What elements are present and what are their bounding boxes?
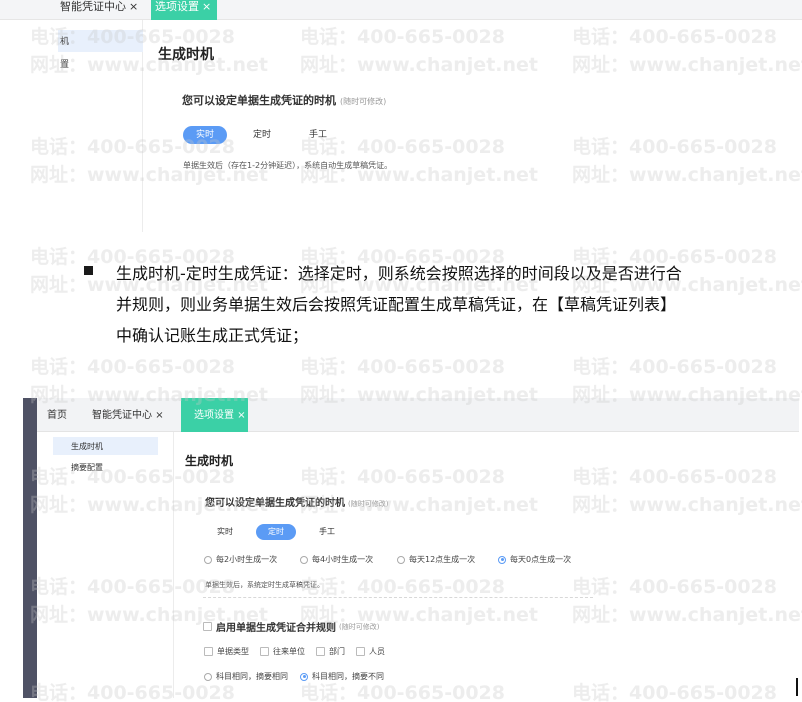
mode-manual-button[interactable]: 手工 xyxy=(307,524,347,540)
sidebar-item-summary-config[interactable]: 摘要配置 xyxy=(71,462,103,473)
question-note: (随时可修改) xyxy=(348,500,389,508)
question-text: 您可以设定单据生成凭证的时机 xyxy=(182,94,336,107)
mode-description: 单据生效后，系统定时生成草稿凭证。 xyxy=(205,581,324,589)
tab-label: 智能凭证中心 xyxy=(60,0,126,13)
merge-field-checkbox[interactable]: 单据类型 xyxy=(204,646,249,657)
merge-field-checkbox[interactable]: 往来单位 xyxy=(260,646,305,657)
checkbox-label: 单据类型 xyxy=(217,647,249,656)
paragraph-line: 生成时机-定时生成凭证：选择定时，则系统会按照选择的时间段以及是否进行合 xyxy=(116,264,682,283)
question-heading: 您可以设定单据生成凭证的时机 (随时可修改) xyxy=(205,494,388,509)
tab-option-settings[interactable]: 选项设置 × xyxy=(181,398,248,432)
schedule-radio-0[interactable]: 每天0点生成一次 xyxy=(498,554,571,565)
radio-icon xyxy=(204,672,212,681)
radio-label: 每2小时生成一次 xyxy=(216,555,278,564)
sidebar-item-label: 机 xyxy=(60,37,70,47)
watermark-phone: 电话：400-665-0028 xyxy=(30,356,235,378)
tab-smart-voucher-center[interactable]: 智能凭证中心 × xyxy=(60,0,138,20)
tab-label: 选项设置 xyxy=(194,410,234,421)
watermark-phone: 电话：400-665-0028 xyxy=(572,356,777,378)
mode-manual-button[interactable]: 手工 xyxy=(296,126,340,144)
app-sidebar-strip xyxy=(23,398,37,698)
sidebar: 机 置 xyxy=(0,20,143,232)
checkbox-label: 往来单位 xyxy=(273,647,305,656)
summary-radio-different[interactable]: 科目相同，摘要不同 xyxy=(300,671,384,682)
merge-field-checkbox[interactable]: 部门 xyxy=(316,646,345,657)
radio-label: 科目相同，摘要相同 xyxy=(216,672,288,681)
merge-rule-checkbox[interactable]: 启用单据生成凭证合并规则 (随时可修改) xyxy=(203,619,379,634)
divider xyxy=(203,597,593,598)
radio-label: 科目相同，摘要不同 xyxy=(312,672,384,681)
mode-realtime-button[interactable]: 实时 xyxy=(205,524,245,540)
checkbox-icon xyxy=(260,647,269,656)
mode-scheduled-button[interactable]: 定时 xyxy=(240,126,284,144)
tab-label: 选项设置 xyxy=(155,0,199,13)
sidebar-item-label[interactable]: 置 xyxy=(60,57,69,70)
mode-scheduled-button[interactable]: 定时 xyxy=(256,524,296,540)
top-screenshot: 智能凭证中心 × 选项设置 × 机 置 生成时机 您可以设定单据生成凭证的时机 (… xyxy=(0,0,802,232)
tab-label: 智能凭证中心 xyxy=(92,410,152,421)
paragraph-line: 中确认记账生成正式凭证； xyxy=(116,326,309,345)
close-icon[interactable]: × xyxy=(129,0,138,14)
bullet-paragraph: 生成时机-定时生成凭证：选择定时，则系统会按照选择的时间段以及是否进行合 并规则… xyxy=(116,258,796,351)
summary-radio-same[interactable]: 科目相同，摘要相同 xyxy=(204,671,288,682)
checkbox-label: 部门 xyxy=(329,647,345,656)
radio-label: 每天0点生成一次 xyxy=(510,555,572,564)
question-note: (随时可修改) xyxy=(340,97,387,106)
section-title: 生成时机 xyxy=(158,47,214,63)
bullet-square-icon xyxy=(84,266,93,275)
sidebar-item-generation-timing[interactable] xyxy=(53,437,158,455)
checkbox-icon xyxy=(204,647,213,656)
checkbox-label: 人员 xyxy=(369,647,385,656)
schedule-radio-2h[interactable]: 每2小时生成一次 xyxy=(204,554,277,565)
tab-smart-voucher-center[interactable]: 智能凭证中心 × xyxy=(92,398,164,432)
checkbox-icon xyxy=(316,647,325,656)
merge-rule-label: 启用单据生成凭证合并规则 xyxy=(216,623,336,634)
paragraph-line: 并规则，则业务单据生效后会按照凭证配置生成草稿凭证，在【草稿凭证列表】 xyxy=(116,295,677,314)
mode-description: 单据生效后（存在1-2分钟延迟），系统自动生成草稿凭证。 xyxy=(183,161,393,170)
close-icon[interactable]: × xyxy=(237,410,245,421)
question-heading: 您可以设定单据生成凭证的时机 (随时可修改) xyxy=(182,92,386,108)
watermark-phone: 电话：400-665-0028 xyxy=(300,356,505,378)
checkbox-icon xyxy=(356,647,365,656)
mode-realtime-button[interactable]: 实时 xyxy=(183,126,227,144)
tab-home[interactable]: 首页 xyxy=(47,398,67,432)
question-text: 您可以设定单据生成凭证的时机 xyxy=(205,498,345,509)
radio-selected-icon xyxy=(300,672,308,681)
text-cursor xyxy=(796,678,798,696)
radio-icon xyxy=(397,555,405,564)
tab-bar: 首页 智能凭证中心 × 选项设置 × xyxy=(37,398,799,432)
close-icon[interactable]: × xyxy=(202,0,211,14)
tab-bar: 智能凭证中心 × 选项设置 × xyxy=(0,0,802,20)
radio-label: 每天12点生成一次 xyxy=(409,555,476,564)
radio-icon xyxy=(204,555,212,564)
schedule-radio-4h[interactable]: 每4小时生成一次 xyxy=(300,554,373,565)
sidebar-item-generation-timing[interactable] xyxy=(58,30,143,52)
merge-rule-note: (随时可修改) xyxy=(339,622,380,631)
close-icon[interactable]: × xyxy=(155,410,163,421)
radio-selected-icon xyxy=(498,555,506,564)
bottom-screenshot: 首页 智能凭证中心 × 选项设置 × 生成时机 摘要配置 生成时机 您可以设定单… xyxy=(23,398,799,698)
radio-label: 每4小时生成一次 xyxy=(312,555,374,564)
tab-option-settings[interactable]: 选项设置 × xyxy=(151,0,217,20)
schedule-radio-12[interactable]: 每天12点生成一次 xyxy=(397,554,475,565)
radio-icon xyxy=(300,555,308,564)
merge-field-checkbox[interactable]: 人员 xyxy=(356,646,385,657)
section-title: 生成时机 xyxy=(185,454,234,468)
checkbox-icon xyxy=(203,622,212,631)
sidebar: 生成时机 摘要配置 xyxy=(37,432,174,698)
sidebar-item-label: 生成时机 xyxy=(71,442,103,451)
